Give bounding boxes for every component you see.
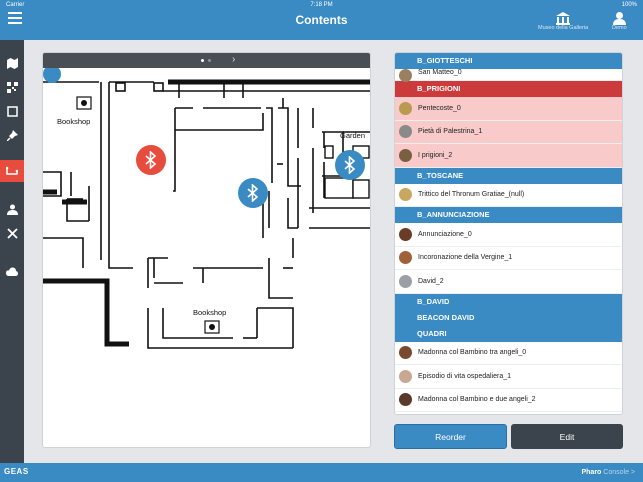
list-item-label: Trittico del Thronum Gratiae_(null) xyxy=(418,191,525,199)
nav-bar: Contents Museo della Galleria Demo xyxy=(0,9,643,40)
user-button[interactable]: Demo xyxy=(612,12,627,31)
clock: 7:18 PM xyxy=(310,1,333,8)
company-logo: GEAS xyxy=(4,467,29,476)
list-item-label: David_2 xyxy=(418,277,444,285)
pager-dot-active xyxy=(201,59,204,62)
footer-bar: GEAS Pharo Console > xyxy=(0,463,643,482)
section-header: B_DAVID xyxy=(395,293,622,310)
pharo-console-link[interactable]: Pharo Console > xyxy=(581,469,635,476)
status-bar: Carrier 7:18 PM 100% xyxy=(0,0,643,9)
map-icon xyxy=(6,57,18,69)
list-item[interactable]: Annunciazione_0 xyxy=(395,223,622,247)
map-panel[interactable]: › Bookshop Bookshop Garden xyxy=(42,52,371,448)
list-item-label: San Matteo_0 xyxy=(418,69,462,76)
museum-button[interactable]: Museo della Galleria xyxy=(538,12,588,31)
museum-icon xyxy=(556,12,571,25)
list-item[interactable]: Episodio di vita ospedaliera_1 xyxy=(395,365,622,389)
list-item-label: Pentecoste_0 xyxy=(418,104,461,112)
sidebar-item-pin[interactable] xyxy=(0,124,24,146)
section-header: B_GIOTTESCHI xyxy=(395,53,622,69)
sidebar-item-cloud[interactable] xyxy=(0,260,24,282)
list-item[interactable]: Madonna col Bambino e due angeli_2 xyxy=(395,389,622,412)
list-item[interactable]: San Matteo_0 xyxy=(395,69,622,82)
sidebar-item-frame[interactable] xyxy=(0,100,24,122)
pin-icon xyxy=(6,129,18,141)
sidebar xyxy=(0,40,24,463)
artwork-thumbnail xyxy=(399,274,412,288)
user-icon xyxy=(612,12,626,25)
sidebar-item-map[interactable] xyxy=(0,52,24,74)
list-item[interactable]: Trittico del Thronum Gratiae_(null) xyxy=(395,184,622,207)
sidebar-item-users[interactable] xyxy=(0,198,24,220)
artwork-thumbnail xyxy=(399,227,412,241)
list-item-label: I prigioni_2 xyxy=(418,151,453,159)
bluetooth-icon xyxy=(344,156,356,174)
floor-plan xyxy=(43,68,370,349)
museum-label: Museo della Galleria xyxy=(538,25,589,31)
bookshop-label-top: Bookshop xyxy=(57,117,91,126)
bookshop-label-bottom: Bookshop xyxy=(193,308,227,317)
sidebar-item-tools[interactable] xyxy=(0,222,24,244)
pager-next-icon[interactable]: › xyxy=(232,54,235,65)
reorder-button[interactable]: Reorder xyxy=(394,424,507,449)
artwork-thumbnail xyxy=(399,369,412,383)
artwork-thumbnail xyxy=(399,251,412,265)
brand-label: Pharo xyxy=(581,469,602,476)
list-item[interactable]: I prigioni_2 xyxy=(395,144,622,168)
section-header: B_ANNUNCIAZIONE xyxy=(395,207,622,223)
artwork-thumbnail xyxy=(399,346,412,360)
section-header: QUADRI xyxy=(395,325,622,342)
cloud-icon xyxy=(6,266,18,276)
artwork-thumbnail xyxy=(399,393,412,407)
list-item[interactable]: Incoronazione della Vergine_1 xyxy=(395,247,622,270)
brand-suffix: Console > xyxy=(603,469,635,476)
frame-icon xyxy=(6,105,18,117)
section-header: B_PRIGIONI xyxy=(395,81,622,97)
beacon-marker[interactable] xyxy=(335,150,365,180)
bluetooth-icon xyxy=(145,151,157,169)
qr-icon xyxy=(6,81,18,93)
artwork-thumbnail xyxy=(399,101,412,115)
user-label: Demo xyxy=(612,25,627,31)
edit-button[interactable]: Edit xyxy=(511,424,623,449)
section-header: BEACON DAVID xyxy=(395,309,622,326)
list-item-label: Madonna col Bambino e due angeli_2 xyxy=(418,396,536,404)
bluetooth-icon xyxy=(247,184,259,202)
route-icon xyxy=(6,166,18,175)
list-item[interactable]: Pentecoste_0 xyxy=(395,97,622,121)
artwork-thumbnail xyxy=(399,125,412,139)
list-item[interactable]: Madonna col Bambino tra angeli_0 xyxy=(395,342,622,365)
artwork-thumbnail xyxy=(399,148,412,162)
pager-dot xyxy=(208,59,211,62)
beacon-marker[interactable] xyxy=(238,178,268,208)
garden-label: Garden xyxy=(340,131,366,140)
artwork-thumbnail xyxy=(399,69,412,82)
list-item[interactable]: Pietà di Palestrina_1 xyxy=(395,120,622,144)
sidebar-item-qr[interactable] xyxy=(0,76,24,98)
artwork-thumbnail xyxy=(399,188,412,202)
beacon-marker-active[interactable] xyxy=(136,145,166,175)
list-item-label: Annunciazione_0 xyxy=(418,230,472,238)
list-item[interactable]: David_2 xyxy=(395,270,622,294)
user-group-icon xyxy=(6,204,18,215)
content-list[interactable]: B_GIOTTESCHI San Matteo_0 B_PRIGIONI Pentec… xyxy=(394,52,623,415)
list-item-label: Pietà di Palestrina_1 xyxy=(418,128,483,136)
list-item-label: Madonna col Bambino tra angeli_0 xyxy=(418,349,527,357)
map-pager: › xyxy=(43,53,370,68)
section-header: B_TOSCANE xyxy=(395,167,622,184)
sidebar-item-route[interactable] xyxy=(0,160,24,182)
list-item-label: Incoronazione della Vergine_1 xyxy=(418,254,513,262)
list-item-label: Episodio di vita ospedaliera_1 xyxy=(418,372,512,380)
tools-icon xyxy=(6,227,18,239)
